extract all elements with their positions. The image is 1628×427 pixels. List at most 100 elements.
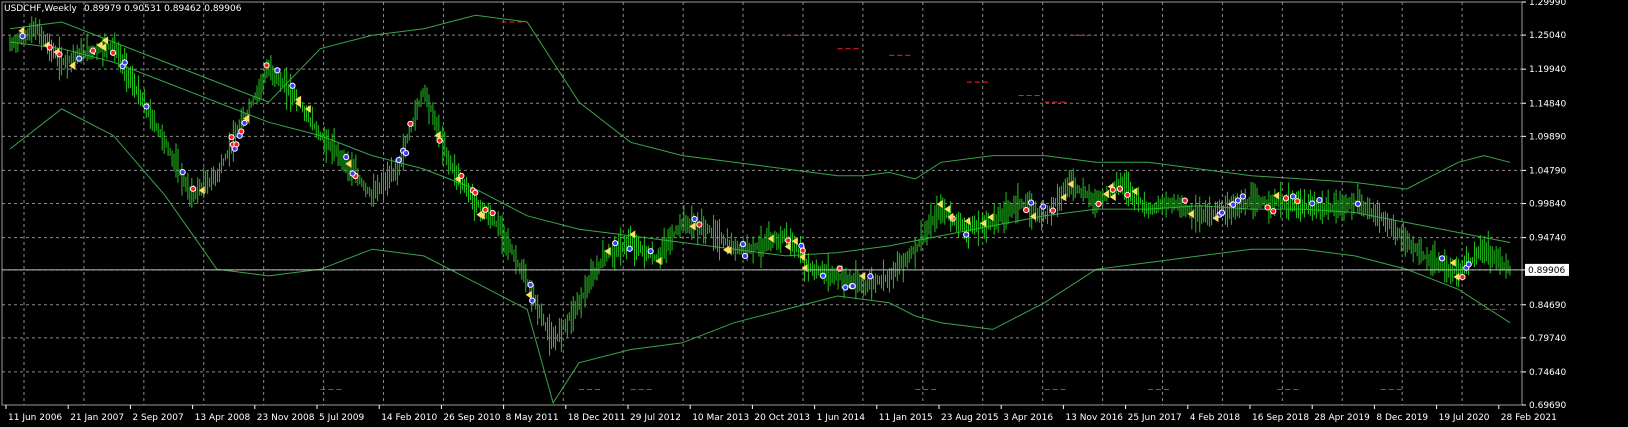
signal-dot (842, 284, 849, 291)
y-tick-label: 1.04790 (1529, 166, 1566, 176)
y-tick-label: 0.99840 (1529, 200, 1566, 210)
x-tick-label: 18 Dec 2011 (568, 413, 626, 423)
x-tick-label: 13 Nov 2016 (1065, 413, 1123, 423)
x-tick-label: 28 Apr 2019 (1314, 413, 1370, 423)
signal-dot (458, 172, 465, 180)
signal-dot (407, 120, 414, 127)
signal-dot (274, 67, 281, 74)
signal-dot (1116, 185, 1123, 192)
signal-dot (1354, 200, 1362, 207)
signal-dot (696, 221, 703, 228)
x-tick-label: 19 Jul 2020 (1439, 413, 1490, 423)
signal-dot (819, 272, 827, 279)
x-tick-label: 2 Sep 2007 (132, 413, 183, 423)
signal-dot (238, 128, 245, 135)
signal-dot (647, 248, 654, 255)
x-tick-label: 21 Jan 2007 (70, 413, 124, 423)
y-tick-label: 0.84690 (1529, 301, 1566, 311)
x-tick-label: 11 Jun 2006 (8, 413, 62, 423)
current-price-label: 0.89906 (1528, 266, 1565, 276)
y-tick-label: 1.25040 (1529, 31, 1566, 41)
signal-dot (836, 265, 843, 272)
signal-dot (19, 33, 26, 40)
signal-dot (1040, 203, 1047, 210)
signal-dot (121, 59, 128, 66)
signal-dot (1294, 198, 1301, 205)
x-tick-label: 4 Feb 2018 (1190, 413, 1241, 423)
y-tick-label: 0.69690 (1529, 401, 1566, 411)
chart-canvas[interactable]: 1.29990 1.25040 1.19940 1.14840 1.09890 1.047… (0, 0, 1628, 427)
signal-dot (233, 141, 240, 148)
signal-dot (1181, 197, 1188, 204)
signal-dot (1095, 200, 1102, 207)
signal-dot (799, 247, 806, 254)
signal-dot (1109, 186, 1116, 193)
signal-dot (612, 240, 619, 247)
signal-dot (143, 103, 150, 110)
chart-window[interactable]: 1.29990 1.25040 1.19940 1.14840 1.09890 1.047… (0, 0, 1628, 427)
y-tick-label: 0.74640 (1529, 368, 1566, 378)
signal-dot (1230, 201, 1237, 208)
symbol-title: USDCHF,Weekly (4, 4, 77, 14)
signal-dot (109, 49, 117, 56)
y-tick-label: 1.19940 (1529, 65, 1566, 75)
x-tick-label: 23 Nov 2008 (257, 413, 315, 423)
signal-dot (1289, 193, 1297, 200)
signal-dot (1264, 204, 1271, 211)
y-tick-label: 1.29990 (1529, 0, 1566, 8)
signal-dot (89, 47, 97, 54)
y-tick-label: 1.09890 (1529, 132, 1566, 142)
signal-dot (402, 149, 410, 157)
x-tick-label: 26 Sep 2010 (443, 413, 500, 423)
x-tick-label: 14 Feb 2010 (381, 413, 437, 423)
x-tick-label: 29 Jul 2012 (630, 413, 681, 423)
x-tick-label: 8 May 2011 (506, 413, 559, 423)
signal-dot (849, 282, 856, 290)
x-tick-label: 16 Sep 2018 (1252, 413, 1309, 423)
y-tick-label: 1.14840 (1529, 99, 1566, 109)
signal-dot (1309, 200, 1316, 207)
x-tick-label: 23 Aug 2015 (941, 413, 999, 423)
signal-dot (395, 156, 402, 164)
signal-dot (343, 153, 350, 161)
x-tick-label: 10 Mar 2013 (692, 413, 749, 423)
x-tick-label: 20 Oct 2013 (754, 413, 810, 423)
signal-dot (289, 82, 296, 89)
signal-dot (76, 55, 83, 62)
signal-dot (963, 231, 970, 238)
y-tick-label: 0.79740 (1529, 334, 1566, 344)
signal-dot (1049, 207, 1057, 214)
ohlc-values: 0.89979 0.90531 0.89462 0.89906 (84, 4, 242, 14)
signal-dot (1028, 199, 1035, 206)
y-tick-label: 0.94740 (1529, 234, 1566, 244)
x-tick-label: 5 Jul 2009 (319, 413, 364, 423)
signal-dot (527, 281, 534, 288)
x-tick-label: 1 Jun 2014 (817, 413, 866, 423)
x-tick-label: 11 Jan 2015 (879, 413, 933, 423)
signal-dot (1239, 193, 1246, 200)
signal-dot (867, 273, 874, 280)
x-tick-label: 25 Jun 2017 (1128, 413, 1182, 423)
x-tick-label: 28 Feb 2021 (1501, 413, 1557, 423)
signal-dot (46, 44, 53, 51)
signal-dot (1459, 273, 1466, 281)
signal-dot (1234, 197, 1242, 204)
signal-dot (56, 51, 63, 58)
signal-dot (741, 252, 749, 260)
signal-dot (739, 241, 747, 248)
x-tick-label: 8 Dec 2019 (1376, 413, 1428, 423)
signal-dot (1270, 208, 1277, 215)
signal-dot (1124, 191, 1131, 198)
signal-dot (1438, 255, 1446, 262)
signal-dot (241, 119, 248, 126)
signal-dot (1218, 209, 1226, 216)
signal-dot (482, 206, 489, 213)
signal-dot (1465, 261, 1472, 268)
signal-dot (626, 245, 633, 252)
signal-dot (179, 169, 186, 176)
signal-dot (489, 209, 496, 217)
signal-dot (691, 215, 698, 223)
signal-dot (785, 237, 792, 244)
signal-dot (529, 297, 536, 304)
signal-dot (472, 189, 479, 196)
